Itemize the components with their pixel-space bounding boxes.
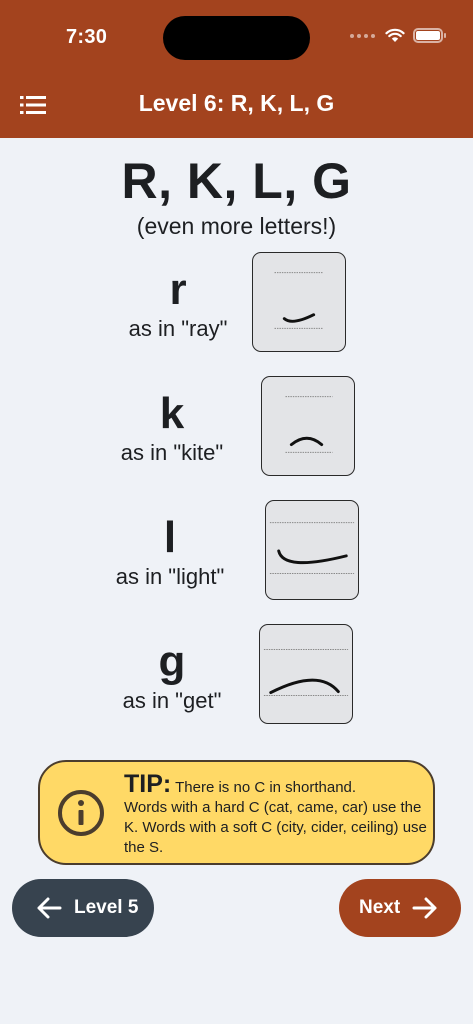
- arrow-right-icon: [412, 897, 437, 919]
- lesson-subheading: (even more letters!): [136, 213, 337, 239]
- shorthand-stroke-r: [274, 272, 324, 329]
- letter-example: as in "light": [115, 564, 225, 589]
- letter-glyph: l: [163, 513, 177, 562]
- letter-glyph: k: [159, 389, 185, 438]
- letter-label: g as in "get": [112, 640, 232, 714]
- previous-level-label: Level 5: [74, 897, 139, 918]
- next-label: Next: [359, 897, 401, 918]
- shorthand-stroke-k: [285, 396, 333, 453]
- tip-box: TIP: There is no C in shorthand. Words w…: [38, 760, 435, 865]
- dynamic-island: [163, 16, 310, 60]
- tip-text: TIP: There is no C in shorthand. Words w…: [124, 771, 429, 858]
- status-time: 7:30: [66, 26, 108, 48]
- stroke-card-k[interactable]: [261, 376, 355, 476]
- letter-example: as in "get": [122, 688, 222, 713]
- letter-row-r: r as in "ray": [0, 252, 473, 364]
- stroke-card-r[interactable]: [252, 252, 346, 352]
- app-header: 7:30 Level 6: R, K, L, G: [0, 0, 473, 138]
- lesson-heading: R, K, L, G: [121, 153, 352, 209]
- letter-glyph: r: [169, 265, 187, 314]
- next-button[interactable]: Next: [339, 879, 461, 937]
- letter-glyph: g: [158, 637, 186, 686]
- letter-label: r as in "ray": [118, 268, 238, 342]
- letter-row-g: g as in "get": [0, 624, 473, 736]
- tip-label: TIP:: [124, 770, 172, 798]
- tip-lead: There is no C in shorthand.: [175, 779, 357, 796]
- letter-label: l as in "light": [110, 516, 230, 590]
- page-title: Level 6: R, K, L, G: [138, 90, 335, 116]
- wifi-icon: [385, 28, 405, 42]
- stroke-card-g[interactable]: [259, 624, 353, 724]
- signal-icon: [350, 33, 375, 38]
- stroke-card-l[interactable]: [265, 500, 359, 600]
- info-icon: [58, 790, 104, 836]
- shorthand-stroke-l: [269, 522, 355, 574]
- letter-row-l: l as in "light": [0, 500, 473, 612]
- status-icons: [350, 28, 446, 43]
- letter-label: k as in "kite": [112, 392, 232, 466]
- battery-icon: [413, 28, 446, 43]
- arrow-left-icon: [37, 897, 62, 919]
- letter-row-k: k as in "kite": [0, 376, 473, 488]
- previous-level-button[interactable]: Level 5: [12, 879, 154, 937]
- letter-example: as in "kite": [120, 440, 224, 465]
- letter-example: as in "ray": [128, 316, 228, 341]
- shorthand-stroke-g: [263, 649, 349, 697]
- tip-body: Words with a hard C (cat, came, car) use…: [124, 799, 427, 856]
